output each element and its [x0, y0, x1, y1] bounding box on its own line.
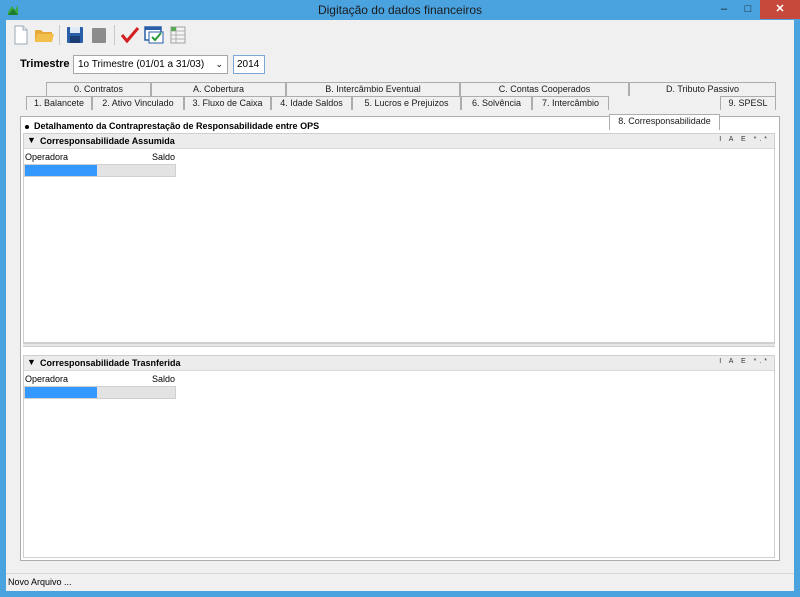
column-operadora: Operadora	[25, 152, 69, 162]
open-folder-icon[interactable]	[33, 24, 55, 46]
bullet-icon	[25, 124, 29, 129]
section-transferida: ▼ Corresponsabilidade Trasnferida I A E …	[23, 355, 775, 558]
save-icon[interactable]	[64, 24, 86, 46]
tab-contas-cooperados[interactable]: C. Contas Cooperados	[460, 82, 629, 96]
tab-spesl[interactable]: 9. SPESL	[720, 96, 776, 110]
section-header[interactable]: ▼ Corresponsabilidade Assumida I A E *.*	[24, 134, 774, 149]
tab-balancete[interactable]: 1. Balancete	[26, 96, 92, 110]
selected-cell[interactable]	[25, 165, 97, 176]
table-row[interactable]	[24, 386, 176, 399]
tab-intercambio[interactable]: 7. Intercâmbio	[532, 96, 609, 110]
validate-window-icon[interactable]	[143, 24, 165, 46]
collapse-triangle-icon[interactable]: ▼	[27, 135, 36, 145]
trimestre-select[interactable]: 1o Trimestre (01/01 a 31/03) ⌄	[73, 55, 228, 74]
title-bar[interactable]: Digitação do dados financeiros – □ ✕	[0, 0, 800, 20]
column-saldo: Saldo	[152, 374, 176, 384]
table-row[interactable]	[24, 164, 176, 177]
tab-solvencia[interactable]: 6. Solvência	[461, 96, 532, 110]
tab-cobertura[interactable]: A. Cobertura	[151, 82, 286, 96]
maximize-button[interactable]: □	[736, 0, 760, 19]
disabled-icon	[92, 28, 106, 43]
panel-title: Detalhamento da Contraprestação de Respo…	[25, 121, 319, 131]
section-title: Corresponsabilidade Trasnferida	[40, 358, 181, 368]
tab-lucros-prejuizos[interactable]: 5. Lucros e Prejuizos	[352, 96, 461, 110]
client-area: Trimestre 1o Trimestre (01/01 a 31/03) ⌄…	[6, 20, 794, 591]
status-bar: Novo Arquivo ...	[6, 573, 794, 591]
tab-intercambio-eventual[interactable]: B. Intercâmbio Eventual	[286, 82, 460, 96]
tab-corresponsabilidade[interactable]: 8. Corresponsabilidade	[609, 114, 720, 130]
chevron-down-icon: ⌄	[215, 59, 223, 69]
column-saldo: Saldo	[152, 152, 176, 162]
tab-panel: Detalhamento da Contraprestação de Respo…	[20, 116, 780, 561]
tab-fluxo-de-caixa[interactable]: 3. Fluxo de Caixa	[184, 96, 271, 110]
toolbar-separator	[114, 25, 115, 45]
section-title: Corresponsabilidade Assumida	[40, 136, 175, 146]
section-tools[interactable]: I A E *.*	[719, 358, 770, 365]
trimestre-value: 1o Trimestre (01/01 a 31/03)	[78, 59, 205, 70]
section-assumida: ▼ Corresponsabilidade Assumida I A E *.*…	[23, 133, 775, 343]
tab-contratos[interactable]: 0. Contratos	[46, 82, 151, 96]
new-file-icon[interactable]	[10, 24, 32, 46]
toolbar-separator	[59, 25, 60, 45]
section-header[interactable]: ▼ Corresponsabilidade Trasnferida I A E …	[24, 356, 774, 371]
check-icon[interactable]	[119, 24, 141, 46]
tab-tributo-passivo[interactable]: D. Tributo Passivo	[629, 82, 776, 96]
app-window: Digitação do dados financeiros – □ ✕ Tri…	[0, 0, 800, 597]
tab-idade-saldos[interactable]: 4. Idade Saldos	[271, 96, 352, 110]
splitter-handle[interactable]	[23, 343, 775, 347]
close-button[interactable]: ✕	[760, 0, 800, 19]
year-input[interactable]: 2014	[233, 55, 265, 74]
trimestre-label: Trimestre	[20, 58, 70, 70]
toolbar	[6, 20, 794, 50]
window-title: Digitação do dados financeiros	[317, 3, 483, 17]
column-operadora: Operadora	[25, 374, 69, 384]
collapse-triangle-icon[interactable]: ▼	[27, 357, 36, 367]
minimize-button[interactable]: –	[712, 0, 736, 19]
status-text: Novo Arquivo ...	[8, 577, 72, 587]
tab-ativo-vinculado[interactable]: 2. Ativo Vinculado	[92, 96, 184, 110]
spreadsheet-icon[interactable]	[167, 24, 189, 46]
selected-cell[interactable]	[25, 387, 97, 398]
section-tools[interactable]: I A E *.*	[719, 136, 770, 143]
